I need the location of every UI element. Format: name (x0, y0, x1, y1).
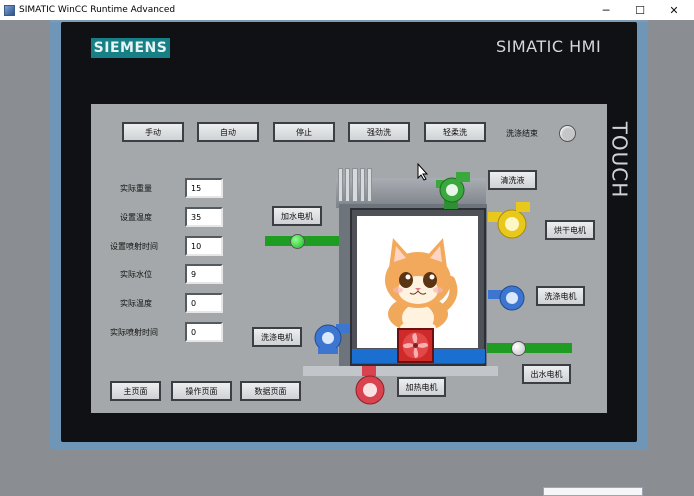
set-spray-time-field[interactable]: 10 (185, 236, 223, 256)
hmi-model-label: SIMATIC HMI (496, 37, 602, 56)
actual-weight-field[interactable]: 15 (185, 178, 223, 198)
nav-data-button[interactable]: 数据页面 (240, 381, 301, 401)
red-pump-icon (355, 366, 385, 405)
outer-frame-right (648, 20, 694, 450)
inlet-valve-knob[interactable] (290, 234, 305, 249)
actual-spray-time-field[interactable]: 0 (185, 322, 223, 342)
minimize-button[interactable]: ─ (590, 0, 622, 20)
siemens-logo: SIEMENS (91, 38, 170, 58)
inlet-pipe (265, 236, 350, 246)
param-label: 实际水位 (120, 270, 152, 279)
actual-water-level-field[interactable]: 9 (185, 264, 223, 284)
outer-frame-left (0, 20, 50, 450)
heater-fan-icon (397, 328, 434, 363)
touch-label: TOUCH (602, 108, 636, 212)
manual-button[interactable]: 手动 (122, 122, 184, 142)
cooling-fins (338, 168, 373, 202)
drain-motor-button[interactable]: 出水电机 (522, 364, 571, 384)
wash-motor-right-button[interactable]: 洗涤电机 (536, 286, 585, 306)
app-icon (4, 4, 15, 16)
param-label: 设置喷射时间 (110, 242, 158, 251)
dryer-motor-button[interactable]: 烘干电机 (545, 220, 595, 240)
cat-image (384, 238, 457, 333)
close-button[interactable]: ✕ (658, 0, 690, 20)
auto-button[interactable]: 自动 (197, 122, 259, 142)
outlet-pipe (486, 343, 572, 353)
yellow-pump-icon (488, 202, 530, 239)
heat-motor-button[interactable]: 加热电机 (397, 377, 446, 397)
actual-temperature-field[interactable]: 0 (185, 293, 223, 313)
nav-home-button[interactable]: 主页面 (110, 381, 161, 401)
stop-button[interactable]: 停止 (273, 122, 335, 142)
blue-pump-left-icon (314, 324, 350, 354)
ime-toolbar[interactable] (543, 487, 643, 496)
detergent-button[interactable]: 清洗液 (488, 170, 537, 190)
maximize-button[interactable]: ☐ (624, 0, 656, 20)
window-titlebar: SIMATIC WinCC Runtime Advanced ─ ☐ ✕ (0, 0, 694, 20)
blue-pump-right-icon (488, 285, 525, 311)
machine-base (303, 366, 498, 376)
window-title: SIMATIC WinCC Runtime Advanced (19, 5, 176, 15)
nav-operation-button[interactable]: 操作页面 (171, 381, 232, 401)
add-water-motor-button[interactable]: 加水电机 (272, 206, 322, 226)
set-temperature-field[interactable]: 35 (185, 207, 223, 227)
green-pump-icon (436, 172, 470, 209)
gentle-wash-button[interactable]: 轻柔洗 (424, 122, 486, 142)
param-label: 设置温度 (120, 213, 152, 222)
param-label: 实际喷射时间 (110, 328, 158, 337)
wash-end-indicator (559, 125, 576, 142)
param-label: 实际温度 (120, 299, 152, 308)
mouse-pointer-icon (417, 163, 429, 181)
param-label: 实际重量 (120, 184, 152, 193)
outlet-valve-knob[interactable] (511, 341, 526, 356)
wash-motor-left-button[interactable]: 洗涤电机 (252, 327, 302, 347)
strong-wash-button[interactable]: 强劲洗 (348, 122, 410, 142)
fan-icon (402, 332, 429, 359)
touch-text: TOUCH (607, 121, 632, 199)
wash-end-label: 洗涤结束 (506, 129, 538, 138)
